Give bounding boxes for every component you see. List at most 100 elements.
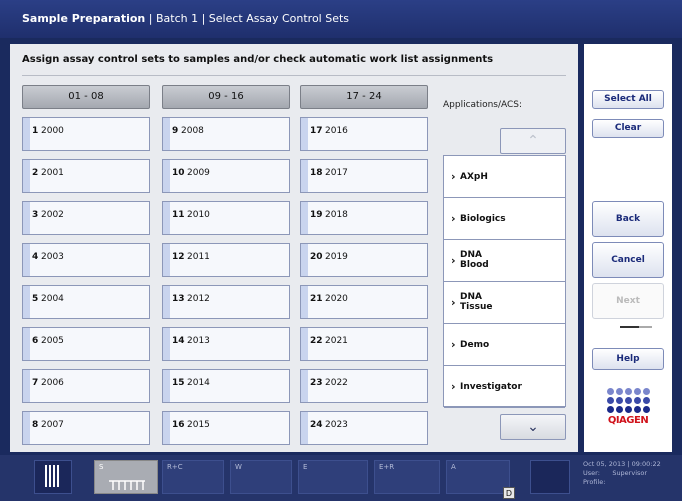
slot-strip bbox=[23, 328, 30, 360]
sample-id: 2002 bbox=[41, 210, 64, 220]
sample-slot[interactable]: 9 2008 bbox=[162, 117, 290, 151]
chevron-right-icon: › bbox=[451, 254, 456, 267]
sample-slot[interactable]: 8 2007 bbox=[22, 411, 150, 445]
taskbar: S R+C W E E+R A D Oct 05, 2013 | 09:00:2… bbox=[0, 455, 682, 501]
sample-number: 5 bbox=[32, 294, 39, 304]
instruction-text: Assign assay control sets to samples and… bbox=[22, 54, 494, 65]
slot-strip bbox=[301, 118, 308, 150]
sample-slot[interactable]: 20 2019 bbox=[300, 243, 428, 277]
slot-strip bbox=[23, 412, 30, 444]
acs-list[interactable]: › AXpH › Biologics › DNA Blood › DNA Tissue › Demo ›… bbox=[443, 155, 566, 408]
logo-dots-icon bbox=[605, 388, 651, 413]
sample-id: 2015 bbox=[187, 420, 210, 430]
acs-item[interactable]: › Demo bbox=[444, 324, 565, 366]
sample-number: 9 bbox=[172, 126, 179, 136]
help-button[interactable]: Help bbox=[592, 348, 664, 370]
sample-number: 22 bbox=[310, 336, 323, 346]
sample-slot[interactable]: 19 2018 bbox=[300, 201, 428, 235]
sample-id: 2006 bbox=[41, 378, 64, 388]
sample-number: 20 bbox=[310, 252, 323, 262]
tab-09-16[interactable]: 09 - 16 bbox=[162, 85, 290, 109]
cancel-button[interactable]: Cancel bbox=[592, 242, 664, 278]
sample-number: 14 bbox=[172, 336, 185, 346]
tab-17-24[interactable]: 17 - 24 bbox=[300, 85, 428, 109]
slot-strip bbox=[23, 118, 30, 150]
scroll-up-button[interactable]: ⌃ bbox=[500, 128, 566, 154]
sample-id: 2001 bbox=[41, 168, 64, 178]
taskbar-slot-s[interactable]: S bbox=[94, 460, 158, 494]
acs-item[interactable]: › Investigator bbox=[444, 366, 565, 408]
sample-id: 2003 bbox=[41, 252, 64, 262]
back-button[interactable]: Back bbox=[592, 201, 664, 237]
taskbar-empty-slot[interactable] bbox=[530, 460, 570, 494]
acs-item[interactable]: › AXpH bbox=[444, 156, 565, 198]
sample-number: 15 bbox=[172, 378, 185, 388]
sample-number: 19 bbox=[310, 210, 323, 220]
select-all-button[interactable]: Select All bbox=[592, 90, 664, 109]
main-panel: Assign assay control sets to samples and… bbox=[10, 44, 578, 452]
sample-slot[interactable]: 4 2003 bbox=[22, 243, 150, 277]
sample-number: 3 bbox=[32, 210, 39, 220]
slot-strip bbox=[23, 202, 30, 234]
sample-number: 21 bbox=[310, 294, 323, 304]
slot-strip bbox=[163, 202, 170, 234]
sample-number: 16 bbox=[172, 420, 185, 430]
sample-slot[interactable]: 16 2015 bbox=[162, 411, 290, 445]
sample-id: 2008 bbox=[181, 126, 204, 136]
sample-slot[interactable]: 14 2013 bbox=[162, 327, 290, 361]
chevron-right-icon: › bbox=[451, 338, 456, 351]
acs-item-label: Biologics bbox=[460, 214, 506, 224]
rack-view-button[interactable] bbox=[34, 460, 72, 494]
acs-item[interactable]: › DNA Blood bbox=[444, 240, 565, 282]
sample-slot[interactable]: 15 2014 bbox=[162, 369, 290, 403]
sample-number: 1 bbox=[32, 126, 39, 136]
sample-slot[interactable]: 10 2009 bbox=[162, 159, 290, 193]
sample-id: 2010 bbox=[187, 210, 210, 220]
slot-strip bbox=[23, 370, 30, 402]
sample-number: 10 bbox=[172, 168, 185, 178]
taskbar-slot-er[interactable]: E+R bbox=[374, 460, 440, 494]
sample-id: 2005 bbox=[41, 336, 64, 346]
sample-slot[interactable]: 13 2012 bbox=[162, 285, 290, 319]
sample-slot[interactable]: 2 2001 bbox=[22, 159, 150, 193]
sample-slot[interactable]: 22 2021 bbox=[300, 327, 428, 361]
side-panel: Select All Clear Back Cancel Next Help Q… bbox=[584, 44, 672, 452]
sample-slot[interactable]: 18 2017 bbox=[300, 159, 428, 193]
acs-item[interactable]: › Biologics bbox=[444, 198, 565, 240]
sample-slot[interactable]: 1 2000 bbox=[22, 117, 150, 151]
sample-slot[interactable]: 23 2022 bbox=[300, 369, 428, 403]
sample-slot[interactable]: 17 2016 bbox=[300, 117, 428, 151]
sample-id: 2009 bbox=[187, 168, 210, 178]
tab-01-08[interactable]: 01 - 08 bbox=[22, 85, 150, 109]
sample-slot[interactable]: 24 2023 bbox=[300, 411, 428, 445]
user-name: Supervisor bbox=[612, 469, 648, 477]
clear-button[interactable]: Clear bbox=[592, 119, 664, 138]
chevron-right-icon: › bbox=[451, 296, 456, 309]
sample-id: 2023 bbox=[325, 420, 348, 430]
sample-slot[interactable]: 5 2004 bbox=[22, 285, 150, 319]
taskbar-slot-w[interactable]: W bbox=[230, 460, 292, 494]
sample-id: 2018 bbox=[325, 210, 348, 220]
sample-slot[interactable]: 21 2020 bbox=[300, 285, 428, 319]
sample-number: 18 bbox=[310, 168, 323, 178]
taskbar-slot-e[interactable]: E bbox=[298, 460, 368, 494]
taskbar-slot-a[interactable]: A D bbox=[446, 460, 515, 499]
slot-strip bbox=[23, 160, 30, 192]
chevron-right-icon: › bbox=[451, 170, 456, 183]
slot-strip bbox=[301, 244, 308, 276]
sample-slot[interactable]: 3 2002 bbox=[22, 201, 150, 235]
sample-number: 24 bbox=[310, 420, 323, 430]
scroll-down-button[interactable]: ⌄ bbox=[500, 414, 566, 440]
sample-slot[interactable]: 7 2006 bbox=[22, 369, 150, 403]
sample-id: 2000 bbox=[41, 126, 64, 136]
chevron-right-icon: › bbox=[451, 380, 456, 393]
sample-number: 17 bbox=[310, 126, 323, 136]
acs-item[interactable]: › DNA Tissue bbox=[444, 282, 565, 324]
sample-slot[interactable]: 11 2010 bbox=[162, 201, 290, 235]
taskbar-slot-rc[interactable]: R+C bbox=[162, 460, 224, 494]
sample-slot[interactable]: 12 2011 bbox=[162, 243, 290, 277]
acs-item-label: DNA Tissue bbox=[460, 292, 493, 312]
chevron-right-icon: › bbox=[451, 212, 456, 225]
sample-number: 7 bbox=[32, 378, 39, 388]
sample-slot[interactable]: 6 2005 bbox=[22, 327, 150, 361]
